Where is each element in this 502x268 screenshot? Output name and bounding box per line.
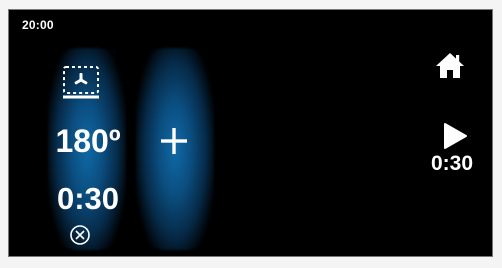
oven-fan-mode-icon[interactable] bbox=[59, 62, 103, 104]
device-bezel: 20:00 180º 0:30 0:30 bbox=[0, 0, 502, 268]
oven-display: 20:00 180º 0:30 0:30 bbox=[8, 9, 493, 257]
play-icon[interactable] bbox=[442, 122, 468, 150]
plus-icon[interactable] bbox=[158, 125, 190, 157]
duration-value[interactable]: 0:30 bbox=[49, 181, 127, 217]
home-icon[interactable] bbox=[435, 51, 465, 79]
start-time-value[interactable]: 0:30 bbox=[417, 152, 487, 176]
temperature-value[interactable]: 180º bbox=[49, 122, 127, 160]
cancel-circle-icon[interactable] bbox=[69, 224, 91, 246]
status-clock: 20:00 bbox=[22, 18, 54, 32]
